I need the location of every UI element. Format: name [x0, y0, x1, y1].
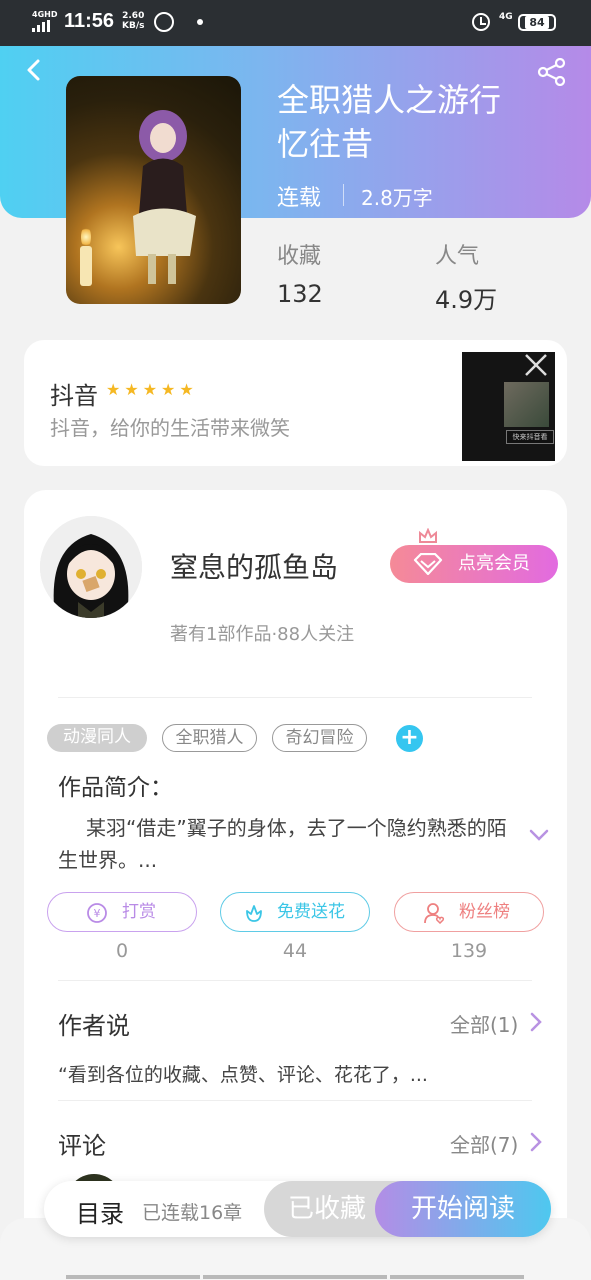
book-title: 全职猎人之游行 忆往昔: [277, 78, 547, 166]
diamond-icon: [413, 553, 443, 575]
favorites-count: 132: [277, 280, 323, 308]
fan-count: 139: [450, 940, 488, 962]
book-status: 连载: [277, 186, 322, 211]
tag-hunter[interactable]: 全职猎人: [162, 724, 257, 752]
chevron-right-icon[interactable]: [529, 1132, 543, 1152]
alarm-icon: [472, 13, 490, 31]
flower-count: 44: [282, 940, 308, 962]
chevron-down-icon[interactable]: [529, 828, 549, 842]
section-divider: [58, 1100, 532, 1101]
favorites-label: 收藏: [277, 244, 322, 269]
back-icon[interactable]: [22, 58, 46, 82]
signal-icon: [32, 20, 50, 32]
net-speed-value: 2.60: [122, 11, 145, 21]
avatar-illustration: [40, 516, 142, 618]
author-says-quote[interactable]: “看到各位的收藏、点赞、评论、花花了，...: [58, 1060, 428, 1087]
net-speed-unit: KB/s: [122, 21, 145, 31]
comments-title: 评论: [58, 1132, 106, 1160]
user-heart-icon: [424, 903, 445, 924]
author-says-title: 作者说: [58, 1012, 130, 1040]
ad-description: 抖音，给你的生活带来微笑: [50, 416, 290, 440]
chevron-right-icon[interactable]: [529, 1012, 543, 1032]
coin-icon: ¥: [87, 903, 107, 923]
nav-gesture-bar: [203, 1275, 387, 1279]
battery-level: 84: [525, 16, 549, 29]
ad-rating-stars: ★★★★★: [106, 380, 198, 399]
notification-dot-icon: [197, 19, 203, 25]
flower-icon: [246, 905, 262, 922]
ad-thumbnail-scene: [504, 382, 549, 427]
synopsis-title: 作品简介：: [58, 775, 173, 801]
author-meta: 著有1部作品·88人关注: [170, 624, 355, 645]
ad-title: 抖音: [50, 382, 98, 410]
synopsis-text[interactable]: 某羽“借走”翼子的身体，去了一个隐约熟悉的陌生世界。...: [58, 812, 508, 876]
author-avatar[interactable]: [40, 516, 142, 618]
clock: 11:56: [64, 10, 115, 32]
add-tag-button[interactable]: +: [396, 725, 423, 752]
app-notification-icon: [154, 12, 174, 32]
network-type: 4GHD: [32, 10, 58, 19]
start-reading-button[interactable]: 开始阅读: [375, 1181, 551, 1237]
book-title-line1: 全职猎人之游行: [277, 81, 502, 119]
network-right: 4G: [499, 12, 513, 22]
battery-icon: 84: [518, 14, 556, 31]
popularity-count: 4.9万: [435, 286, 498, 314]
cover-figure: [133, 110, 196, 284]
section-divider: [58, 697, 532, 698]
tip-button[interactable]: 打赏: [47, 892, 197, 932]
close-icon[interactable]: [523, 352, 549, 378]
comments-all-link[interactable]: 全部(7): [450, 1129, 518, 1158]
word-count: 2.8万字: [361, 186, 433, 210]
net-speed: 2.60 KB/s: [122, 11, 144, 31]
section-divider: [58, 980, 532, 981]
tip-count: 0: [115, 940, 129, 962]
status-bar: 4GHD 11:56 2.60 KB/s 4G 84: [0, 0, 591, 46]
author-name[interactable]: 窒息的孤鱼岛: [170, 546, 338, 586]
tag-anime[interactable]: 动漫同人: [47, 724, 147, 752]
svg-text:¥: ¥: [94, 907, 101, 920]
toc-button[interactable]: 目录: [76, 1194, 124, 1229]
nav-gesture-bar: [66, 1275, 200, 1279]
chapter-count[interactable]: 已连载16章: [142, 1198, 242, 1225]
author-says-all-link[interactable]: 全部(1): [450, 1009, 518, 1038]
book-title-line2: 忆往昔: [277, 125, 374, 163]
fan-ranking-button[interactable]: 粉丝榜: [394, 892, 544, 932]
nav-gesture-bar: [390, 1275, 524, 1279]
tag-fantasy[interactable]: 奇幻冒险: [272, 724, 367, 752]
popularity-label: 人气: [435, 244, 480, 269]
book-cover-image[interactable]: [66, 76, 241, 304]
ad-thumbnail-caption: 快来抖音看: [506, 430, 554, 444]
crown-icon: [419, 528, 437, 543]
divider: [343, 184, 344, 206]
